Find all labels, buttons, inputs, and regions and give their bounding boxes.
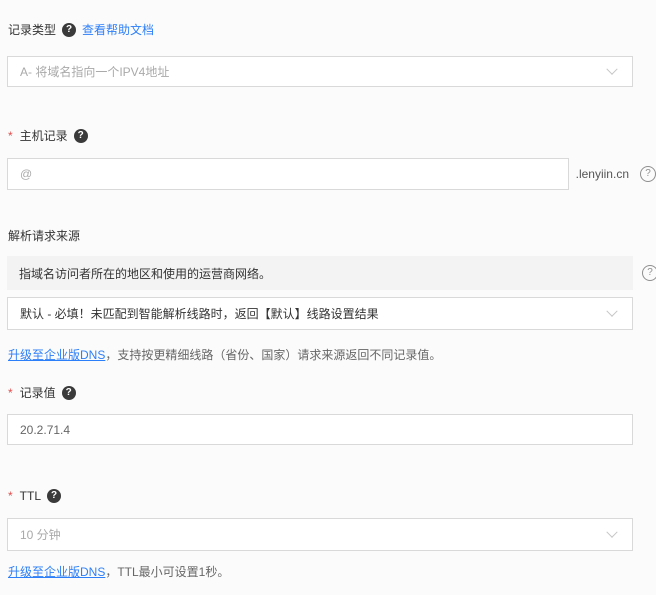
help-glyph: ? — [78, 131, 84, 141]
record-value-row — [7, 414, 633, 445]
record-value-input[interactable] — [7, 414, 633, 445]
help-glyph: ? — [66, 25, 72, 35]
resolution-line-select[interactable]: 默认 - 必填！未匹配到智能解析线路时，返回【默认】线路设置结果 — [7, 297, 633, 330]
required-mark: * — [8, 488, 13, 504]
record-type-select[interactable]: A- 将域名指向一个IPV4地址 — [7, 56, 633, 87]
ttl-label-row: * TTL ? — [8, 488, 61, 504]
help-icon[interactable]: ? — [62, 23, 76, 37]
help-icon[interactable]: ? — [47, 489, 61, 503]
resolution-source-label: 解析请求来源 — [8, 228, 80, 244]
resolution-source-description: 指域名访问者所在的地区和使用的运营商网络。 — [7, 256, 633, 290]
ttl-label: TTL — [20, 488, 41, 504]
help-glyph: ? — [647, 268, 653, 278]
ttl-select[interactable]: 10 分钟 — [7, 518, 633, 551]
help-icon[interactable]: ? — [640, 166, 656, 182]
upgrade-note-text: ，支持按更精细线路（省份、国家）请求来源返回不同记录值。 — [105, 348, 441, 362]
dns-record-form: 记录类型 ? 查看帮助文档 A- 将域名指向一个IPV4地址 * 主机记录 ? … — [0, 0, 656, 595]
help-icon[interactable]: ? — [62, 386, 76, 400]
help-glyph: ? — [66, 388, 72, 398]
resolution-line-selected-value: 默认 - 必填！未匹配到智能解析线路时，返回【默认】线路设置结果 — [20, 305, 608, 322]
record-value-label-row: * 记录值 ? — [8, 385, 76, 401]
domain-suffix: .lenyiin.cn — [576, 167, 629, 181]
host-record-label-row: * 主机记录 ? — [8, 128, 88, 144]
record-type-label-row: 记录类型 ? 查看帮助文档 — [8, 22, 154, 38]
chevron-down-icon — [606, 305, 617, 316]
help-glyph: ? — [645, 169, 651, 179]
help-icon[interactable]: ? — [642, 265, 656, 281]
upgrade-enterprise-dns-link[interactable]: 升级至企业版DNS — [8, 348, 105, 362]
resolution-source-label-row: 解析请求来源 — [8, 228, 80, 244]
resolution-source-description-text: 指域名访问者所在的地区和使用的运营商网络。 — [19, 265, 271, 282]
host-record-input[interactable] — [7, 158, 569, 190]
help-glyph: ? — [51, 491, 57, 501]
host-record-row: .lenyiin.cn ? — [7, 158, 656, 190]
required-mark: * — [8, 128, 13, 144]
help-icon[interactable]: ? — [74, 129, 88, 143]
ttl-selected-value: 10 分钟 — [20, 526, 608, 543]
ttl-upgrade-note-line: 升级至企业版DNS，TTL最小可设置1秒。 — [8, 563, 229, 581]
help-doc-link[interactable]: 查看帮助文档 — [82, 22, 154, 38]
upgrade-note-line: 升级至企业版DNS，支持按更精细线路（省份、国家）请求来源返回不同记录值。 — [8, 346, 441, 364]
chevron-down-icon — [606, 526, 617, 537]
required-mark: * — [8, 385, 13, 401]
record-type-selected-value: A- 将域名指向一个IPV4地址 — [20, 63, 608, 80]
chevron-down-icon — [606, 63, 617, 74]
record-type-label: 记录类型 — [8, 22, 56, 38]
ttl-upgrade-note-text: ，TTL最小可设置1秒。 — [105, 565, 229, 579]
host-record-label: 主机记录 — [20, 128, 68, 144]
record-value-label: 记录值 — [20, 385, 56, 401]
upgrade-enterprise-dns-link[interactable]: 升级至企业版DNS — [8, 565, 105, 579]
